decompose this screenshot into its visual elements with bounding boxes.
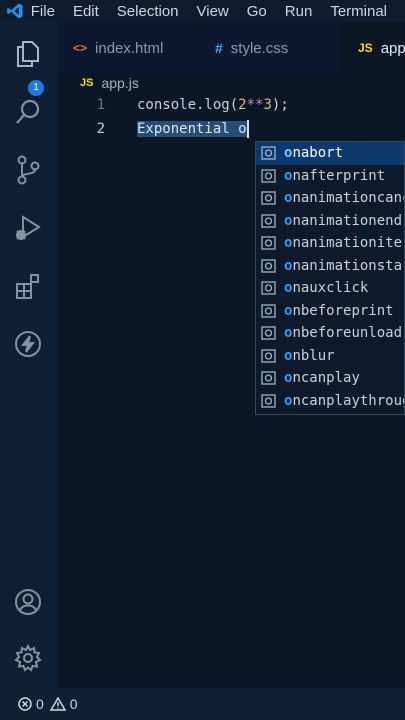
suggestion-item[interactable]: onblur bbox=[256, 345, 404, 368]
breadcrumb[interactable]: JS app.js bbox=[80, 72, 139, 94]
suggestion-item[interactable]: onanimationcancel bbox=[256, 187, 404, 210]
suggestion-label: oncanplay bbox=[284, 367, 360, 390]
suggestion-rest: ncanplay bbox=[292, 370, 360, 386]
symbol-property-icon bbox=[260, 235, 276, 251]
suggestion-item[interactable]: onauxclick bbox=[256, 277, 404, 300]
suggestion-item[interactable]: onabort bbox=[256, 142, 404, 165]
tab-index-html[interactable]: <> index.html bbox=[57, 22, 199, 74]
suggestion-label: onblur bbox=[284, 345, 335, 368]
suggestion-item[interactable]: oncanplay bbox=[256, 367, 404, 390]
suggestion-item[interactable]: onanimationend bbox=[256, 210, 404, 233]
warning-count: 0 bbox=[69, 696, 78, 712]
warning-icon bbox=[49, 697, 66, 711]
symbol-property-icon bbox=[260, 258, 276, 274]
suggestion-rest: nanimationstart bbox=[292, 257, 404, 274]
line-number: 2 bbox=[96, 121, 105, 137]
tab-label: app.js bbox=[380, 39, 405, 57]
code-token-operator: ** bbox=[246, 97, 264, 113]
activity-bar: 1 bbox=[0, 22, 57, 688]
suggestion-item[interactable]: onanimationiteration bbox=[256, 232, 404, 255]
suggestion-rest: nafterprint bbox=[292, 167, 386, 184]
error-icon bbox=[18, 697, 32, 711]
menu-selection[interactable]: Selection bbox=[117, 3, 179, 20]
suggestion-label: oncanplaythrough bbox=[284, 390, 404, 413]
suggestion-rest: nbeforeprint bbox=[292, 302, 394, 319]
tab-app-js[interactable]: JS app.js bbox=[342, 22, 405, 74]
problems-indicator[interactable]: 0 0 bbox=[18, 696, 78, 712]
html-file-icon: <> bbox=[73, 41, 88, 55]
vscode-logo-icon bbox=[0, 0, 31, 22]
extensions-icon[interactable] bbox=[10, 268, 46, 304]
symbol-property-icon bbox=[260, 393, 276, 409]
suggestion-rest: nanimationcancel bbox=[292, 190, 404, 206]
files-icon[interactable] bbox=[10, 36, 46, 72]
code-token-number: 3 bbox=[263, 97, 272, 113]
selected-text: Exponential o bbox=[137, 121, 247, 137]
settings-gear-icon[interactable] bbox=[10, 640, 46, 676]
suggestion-rest: nanimationend bbox=[292, 212, 403, 229]
code-token-punctuation: ); bbox=[271, 97, 289, 113]
tab-label: style.css bbox=[230, 39, 289, 57]
source-control-icon[interactable] bbox=[10, 152, 46, 188]
symbol-property-icon bbox=[260, 168, 276, 184]
suggestion-rest: ncanplaythrough bbox=[292, 392, 404, 409]
suggestion-item[interactable]: onanimationstart bbox=[256, 255, 404, 278]
js-file-icon: JS bbox=[80, 77, 94, 89]
suggestion-label: onanimationend bbox=[284, 210, 402, 233]
suggestion-label: onbeforeprint bbox=[284, 300, 394, 323]
breadcrumb-file: app.js bbox=[101, 75, 139, 91]
status-bar: 0 0 bbox=[0, 688, 405, 720]
suggestion-label: onauxclick bbox=[284, 277, 368, 300]
suggestion-rest: nabort bbox=[292, 145, 344, 161]
symbol-property-icon bbox=[260, 213, 276, 229]
symbol-property-icon bbox=[260, 348, 276, 364]
account-icon[interactable] bbox=[10, 584, 46, 620]
suggestion-rest: nauxclick bbox=[292, 280, 369, 296]
symbol-property-icon bbox=[260, 325, 276, 341]
code-token-call: console.log( bbox=[137, 97, 239, 113]
suggestion-label: onbeforeunload bbox=[284, 322, 402, 345]
menu-file[interactable]: File bbox=[31, 3, 55, 20]
tab-style-css[interactable]: # style.css bbox=[199, 22, 342, 74]
code-token-number: 2 bbox=[238, 97, 247, 113]
line-code: Exponential o bbox=[137, 118, 249, 140]
css-file-icon: # bbox=[215, 40, 223, 56]
code-line-1: 1 console.log(2**3); bbox=[57, 94, 405, 116]
editor-tab-bar: <> index.html # style.css JS app.js bbox=[57, 22, 405, 74]
suggestion-widget[interactable]: onabortonafterprintonanimationcancelonan… bbox=[255, 141, 405, 415]
symbol-property-icon bbox=[260, 370, 276, 386]
symbol-property-icon bbox=[260, 303, 276, 319]
text-cursor bbox=[246, 120, 249, 138]
run-debug-icon[interactable] bbox=[10, 210, 46, 246]
tab-label: index.html bbox=[95, 39, 164, 57]
menu-edit[interactable]: Edit bbox=[73, 3, 99, 20]
menu-view[interactable]: View bbox=[197, 3, 229, 20]
suggestion-item[interactable]: onbeforeunload bbox=[256, 322, 404, 345]
error-count: 0 bbox=[36, 696, 44, 712]
menu-go[interactable]: Go bbox=[247, 3, 267, 20]
code-line-2: 2 Exponential o bbox=[57, 118, 405, 140]
line-number: 1 bbox=[96, 97, 105, 113]
symbol-property-icon bbox=[260, 190, 276, 206]
menu-bar: File Edit Selection View Go Run Terminal bbox=[0, 0, 405, 22]
suggestion-item[interactable]: oncanplaythrough bbox=[256, 390, 404, 413]
suggestion-label: onabort bbox=[284, 142, 343, 165]
suggestion-rest: nanimationiteration bbox=[292, 235, 404, 251]
suggestion-rest: nblur bbox=[292, 347, 335, 364]
suggestion-label: onanimationcancel bbox=[284, 187, 404, 210]
suggestion-item[interactable]: onafterprint bbox=[256, 165, 404, 188]
search-icon[interactable] bbox=[10, 94, 46, 130]
menu-run[interactable]: Run bbox=[285, 3, 313, 20]
suggestion-rest: nbeforeunload bbox=[292, 325, 403, 341]
suggestion-label: onafterprint bbox=[284, 165, 385, 188]
suggestion-item[interactable]: onbeforeprint bbox=[256, 300, 404, 323]
symbol-property-icon bbox=[260, 280, 276, 296]
thunder-icon[interactable] bbox=[10, 326, 46, 362]
symbol-property-icon bbox=[260, 145, 276, 161]
js-file-icon: JS bbox=[358, 41, 373, 55]
menu-terminal[interactable]: Terminal bbox=[330, 3, 387, 20]
suggestion-label: onanimationiteration bbox=[284, 232, 404, 255]
line-code: console.log(2**3); bbox=[137, 94, 289, 116]
suggestion-label: onanimationstart bbox=[284, 255, 404, 278]
